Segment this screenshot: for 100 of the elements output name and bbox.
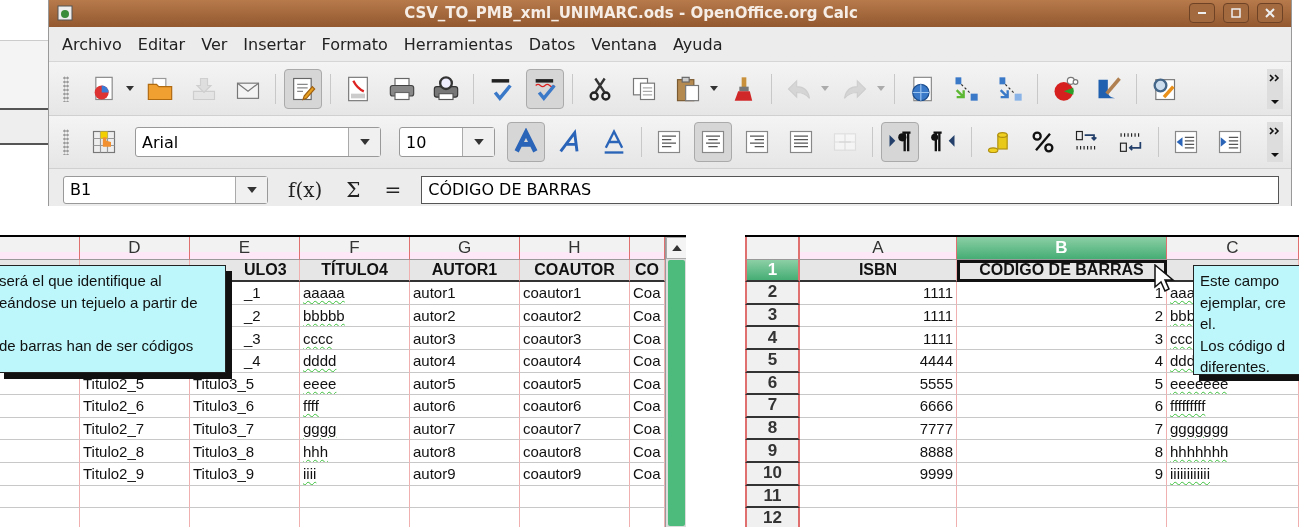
table-cell: Titulo2_9 [80,462,190,486]
table-cell: 4 [957,349,1167,373]
row-header[interactable]: 11 [745,485,800,509]
table-cell: 1111 [800,327,957,350]
row-header[interactable]: 10 [745,462,800,486]
formula-button[interactable]: = [380,177,406,202]
column-header[interactable]: E [190,237,300,260]
misspelled-text: eeeeeee [1170,374,1229,392]
formula-input[interactable]: CÓDIGO DE BARRAS [421,175,1279,204]
table-cell: coautor8 [520,440,630,463]
table-cell: Titulo2_6 [80,395,190,418]
toolbar-button[interactable] [881,122,919,163]
overflow-button[interactable] [1267,122,1283,163]
misspelled-text: eeee [303,374,337,392]
table-cell: coautor3 [520,327,630,350]
table-cell: coautor6 [520,395,630,418]
table-cell: Titulo2_8 [80,440,190,463]
menu-item[interactable]: Datos [528,34,576,54]
dropdown-button[interactable] [348,128,380,157]
row-header[interactable]: 12 [745,508,800,527]
print-preview-icon [432,74,460,103]
column-header[interactable]: H [520,237,630,260]
table-cell: COAUTOR [520,259,630,283]
caret-icon [710,86,718,92]
misspelled-text: ffff [303,397,319,415]
column-header[interactable]: D [80,237,190,260]
table-cell: coautor2 [520,304,630,328]
menu-item[interactable]: Ayuda [673,34,723,54]
menu-item[interactable]: Insertar [243,34,306,54]
caret-icon [671,245,682,251]
formula-button[interactable]: f(x) [284,177,327,202]
toolbar-grip[interactable] [63,129,69,156]
misspelled-text: hhhhhhh [1170,442,1229,460]
misspelled-text: cccc [303,329,333,347]
table-cell: 7 [957,417,1167,441]
row-header[interactable]: 9 [745,440,800,463]
caret-icon [473,139,484,146]
scroll-up-button[interactable] [666,237,686,259]
close-icon [1264,7,1276,20]
table-cell: coautor4 [520,349,630,373]
row-header[interactable]: 7 [745,395,800,418]
table-cell: coautor9 [520,462,630,486]
table-cell: 3 [957,327,1167,350]
misspelled-text: fffffffff [1170,397,1206,415]
menu-item[interactable]: Ver [201,34,228,54]
table-cell: Titulo3_7 [190,417,300,441]
table-cell: 6666 [800,395,957,418]
table-cell: coautor7 [520,417,630,441]
menu-item[interactable]: Ventana [591,34,657,54]
menu-item[interactable]: Herramientas [403,34,513,54]
table-cell: coautor5 [520,372,630,396]
table-cell: 9999 [800,462,957,486]
chevron-icon [1269,125,1281,160]
dropdown-button[interactable] [235,176,267,203]
table-cell: autor5 [410,372,520,396]
column-header[interactable]: C [1167,237,1299,260]
column-header[interactable]: A [800,237,957,260]
row-header[interactable]: 8 [745,417,800,441]
maximize-button[interactable] [1223,3,1249,24]
table-cell: 7777 [800,417,957,441]
row-header[interactable]: 2 [745,282,800,305]
table-cell: CO [630,259,665,283]
close-button[interactable] [1257,3,1283,24]
name-box[interactable]: B1 [63,175,268,204]
chevron-icon [1269,71,1281,106]
font-size-combo[interactable]: 10 [399,127,495,158]
table-cell: 6 [957,395,1167,418]
menu-item[interactable]: Editar [137,34,186,54]
row-header[interactable]: 3 [745,304,800,328]
menu-item[interactable]: Archivo [62,34,122,54]
misspelled-text: aaaaa [303,284,345,302]
row-header[interactable]: 4 [745,327,800,350]
column-header[interactable]: G [410,237,520,260]
row-header[interactable]: 5 [745,349,800,373]
minimize-button[interactable] [1189,3,1215,24]
table-cell: autor7 [410,417,520,441]
toolbar-button[interactable] [526,68,564,109]
table-cell: autor9 [410,462,520,486]
toolbar-grip[interactable] [63,75,69,102]
misspelled-text: gggg [303,420,337,438]
table-cell: 1111 [800,304,957,328]
overflow-button[interactable] [1267,68,1283,109]
window-title: CSV_TO_PMB_xml_UNIMARC.ods - OpenOffice.org Calc [403,4,859,23]
row-header[interactable]: 6 [745,372,800,396]
table-cell: AUTOR1 [410,259,520,283]
caret-icon [246,186,257,193]
scroll-thumb[interactable] [668,260,685,526]
clipboard-icon [674,74,702,103]
table-cell: ISBN [800,259,957,283]
corner-cell[interactable] [745,237,800,260]
column-header[interactable]: F [300,237,410,260]
table-cell: Titulo3_8 [190,440,300,463]
formula-button[interactable]: Σ [342,177,365,202]
column-header[interactable] [0,237,80,260]
font-name-combo[interactable]: Arial [135,127,381,158]
misspelled-text: dddd [303,352,337,370]
table-cell: 2 [957,304,1167,328]
table-cell: Titulo3_6 [190,395,300,418]
menu-item[interactable]: Formato [321,34,388,54]
dropdown-button[interactable] [462,128,494,157]
